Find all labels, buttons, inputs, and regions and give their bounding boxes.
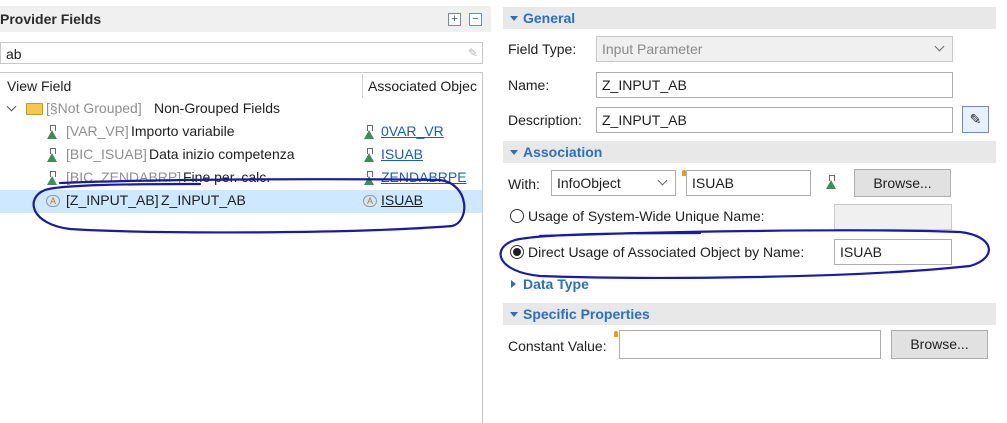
section-specific-properties[interactable]: Specific Properties [503,303,996,325]
search-value: ab [6,46,22,62]
group-label: Non-Grouped Fields [154,100,281,116]
tree-row-selected[interactable]: A [Z_INPUT_AB] Z_INPUT_AB A ISUAB [0,190,482,213]
description-value: Z_INPUT_AB [602,112,687,128]
section-general[interactable]: General [503,7,996,29]
with-type-dropdown[interactable]: InfoObject [551,170,676,196]
system-wide-field[interactable] [834,204,952,230]
tree-row[interactable]: [BIC_ZENDABRP] Fine per. calc. ZENDABRPE [0,167,482,190]
chevron-down-icon [934,41,945,52]
chevron-down-icon[interactable] [6,101,17,112]
with-type-value: InfoObject [557,175,621,191]
row-label: Z_INPUT_AB [161,192,246,208]
chevron-down-icon[interactable] [510,150,518,155]
row-tech-name: [BIC_ISUAB] [66,146,147,162]
input-parameter-icon: A [363,195,377,207]
name-label: Name: [508,77,550,93]
section-association[interactable]: Association [503,141,996,163]
direct-usage-label: Direct Usage of Associated Object by Nam… [528,244,805,260]
direct-usage-field[interactable]: ISUAB [834,239,952,265]
tree-row[interactable]: [VAR_VR] Importo variabile 0VAR_VR [0,121,482,144]
name-value: Z_INPUT_AB [602,77,687,93]
provider-fields-panel: Provider Fields + − ab ✎ View Field Asso… [0,0,491,423]
field-type-label: Field Type: [508,41,577,57]
infoobject-icon [47,171,57,185]
variable-icon [47,125,57,139]
row-tech-name: [VAR_VR] [66,123,129,139]
chevron-right-icon[interactable] [511,280,516,288]
folder-icon [26,103,43,115]
constant-value-field[interactable] [619,330,881,359]
chevron-down-icon[interactable] [510,16,518,21]
tree-group-row[interactable]: [§Not Grouped] Non-Grouped Fields [0,98,482,121]
row-label: Fine per. calc. [183,169,271,185]
section-title: Data Type [523,276,589,292]
section-title: Association [523,144,603,160]
tree-row[interactable]: [BIC_ISUAB] Data inizio competenza ISUAB [0,144,482,167]
expand-all-icon[interactable]: + [448,13,461,26]
chevron-down-icon[interactable] [510,312,518,317]
constant-value-label: Constant Value: [508,338,607,354]
group-tech-name: [§Not Grouped] [46,100,142,116]
description-field[interactable]: Z_INPUT_AB [596,107,953,133]
constant-browse-button[interactable]: Browse... [891,330,988,359]
section-title: General [523,10,576,26]
search-input[interactable]: ab ✎ [0,42,483,64]
description-label: Description: [508,112,582,128]
chevron-down-icon [657,175,668,186]
direct-usage-radio[interactable] [510,245,524,259]
section-data-type[interactable]: Data Type [503,273,996,295]
field-type-value: Input Parameter [602,41,703,57]
with-label: With: [508,176,540,192]
panel-title: Provider Fields [0,11,102,27]
name-field[interactable]: Z_INPUT_AB [596,72,953,98]
infoobject-icon [47,148,57,162]
infoobject-icon [826,175,836,189]
system-wide-label: Usage of System-Wide Unique Name: [528,208,765,224]
infoobject-icon [364,171,374,185]
associated-object-link[interactable]: ZENDABRPE [381,169,467,185]
row-label: Data inizio competenza [149,146,295,162]
input-parameter-icon: A [46,195,60,207]
infoobject-icon [364,125,374,139]
row-tech-name: [BIC_ZENDABRP] [66,169,182,185]
with-object-field[interactable]: ISUAB [686,170,811,196]
content-assist-marker-icon [614,331,618,337]
row-label: Importo variabile [131,123,235,139]
clear-search-icon[interactable]: ✎ [468,46,478,60]
direct-usage-value: ISUAB [840,244,883,260]
association-browse-button[interactable]: Browse... [854,169,951,197]
column-header-view-field[interactable]: View Field [7,78,71,94]
pencil-icon: ✎ [969,111,982,127]
with-object-value: ISUAB [692,175,735,191]
field-type-dropdown[interactable]: Input Parameter [596,36,953,62]
row-tech-name: [Z_INPUT_AB] [66,192,159,208]
associated-object-link[interactable]: 0VAR_VR [381,123,444,139]
column-divider[interactable] [362,74,363,98]
associated-object-link[interactable]: ISUAB [381,146,423,162]
section-title: Specific Properties [523,306,650,322]
system-wide-radio[interactable] [510,209,524,223]
collapse-all-icon[interactable]: − [469,13,482,26]
column-header-associated-object[interactable]: Associated Objec [368,78,477,94]
edit-description-button[interactable]: ✎ [962,106,989,133]
infoobject-icon [364,148,374,162]
associated-object-link[interactable]: ISUAB [381,192,423,208]
